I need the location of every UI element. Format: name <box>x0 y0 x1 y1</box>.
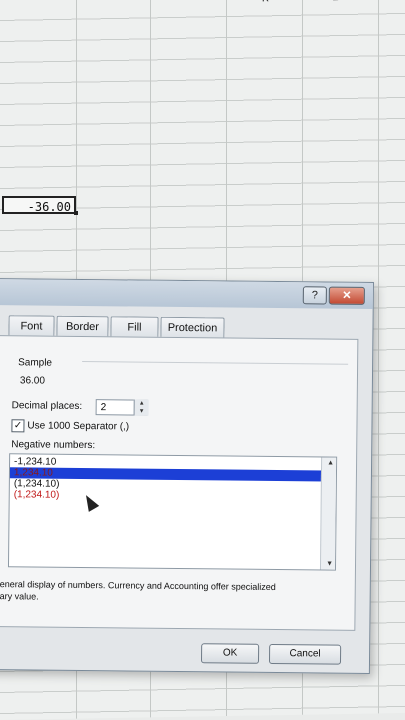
negative-numbers-label: Negative numbers: <box>11 439 96 452</box>
separator-label: Use 1000 Separator (,) <box>27 420 130 433</box>
scroll-down-icon[interactable]: ▼ <box>326 561 333 568</box>
tab-font[interactable]: Font <box>8 315 55 337</box>
decimal-places-label: Decimal places: <box>11 400 83 412</box>
close-button[interactable]: ✕ <box>328 286 365 305</box>
column-header-k[interactable]: K <box>262 0 269 4</box>
scroll-up-icon[interactable]: ▲ <box>327 460 334 467</box>
negative-numbers-list[interactable]: -1,234.10 1,234.10 (1,234.10) (1,234.10)… <box>7 453 338 571</box>
dialog-titlebar[interactable]: ? ✕ <box>0 279 373 310</box>
list-item[interactable]: (1,234.10) <box>10 489 324 503</box>
cancel-button[interactable]: Cancel <box>268 643 342 665</box>
column-header-l[interactable]: L <box>332 0 339 3</box>
grid-column-line <box>378 0 379 714</box>
description-text: ary value. <box>0 591 39 602</box>
help-button[interactable]: ? <box>302 286 327 305</box>
decimal-places-spinner[interactable]: ▲ ▼ <box>133 399 149 416</box>
active-cell[interactable]: -36.00 <box>2 196 76 214</box>
tab-fill[interactable]: Fill <box>110 316 159 338</box>
tab-protection[interactable]: Protection <box>160 316 225 339</box>
format-cells-dialog: ? ✕ Font Border Fill Protection Sample 3… <box>0 278 374 674</box>
sample-label: Sample <box>18 357 53 369</box>
fill-handle[interactable] <box>74 211 78 215</box>
separator-checkbox[interactable]: ✓ <box>11 419 25 433</box>
sample-value: 36.00 <box>19 375 46 387</box>
ok-button[interactable]: OK <box>200 643 260 664</box>
list-scrollbar[interactable]: ▲ ▼ <box>319 457 337 570</box>
tab-border[interactable]: Border <box>56 315 109 338</box>
